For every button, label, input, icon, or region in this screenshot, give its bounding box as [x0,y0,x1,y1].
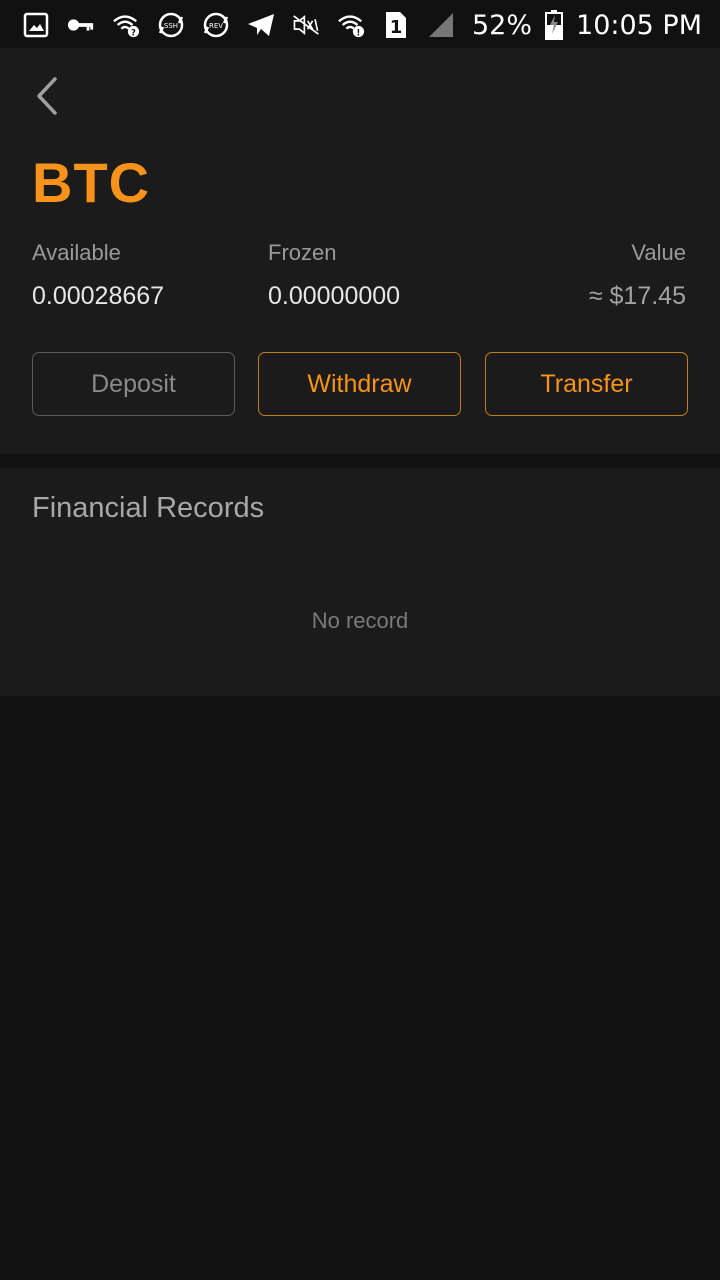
available-stat: Available 0.00028667 [32,240,164,312]
image-icon [22,11,50,39]
svg-text:SSH: SSH [164,22,178,30]
battery-percent: 52% [472,9,533,41]
svg-text:1: 1 [390,17,403,38]
svg-text:!: ! [357,27,361,37]
asset-summary-card: BTC Available 0.00028667 Frozen 0.000000… [0,48,720,454]
mute-icon [292,11,320,39]
status-icons: ? SSH REV ! 1 [22,9,455,41]
status-right: 52% 10:05 PM [472,8,702,42]
value-stat: Value ≈ $17.45 [589,240,686,312]
available-label: Available [32,240,121,265]
empty-state: No record [311,608,409,633]
chevron-left-icon [33,76,59,121]
records-title: Financial Records [32,492,265,524]
telegram-icon [247,11,275,39]
signal-icon [427,11,455,39]
value-label: Value [631,240,686,265]
clock: 10:05 PM [576,9,702,41]
page-title: BTC [32,151,151,214]
svg-text:REV: REV [209,22,223,30]
frozen-label: Frozen [268,240,337,265]
back-button[interactable] [24,72,68,124]
frozen-value: 0.00000000 [268,282,401,310]
available-value: 0.00028667 [32,282,165,310]
ssh-icon: SSH [157,11,185,39]
transfer-button[interactable]: Transfer [485,352,688,416]
key-icon [67,11,95,39]
sim-1-icon: 1 [382,11,410,39]
deposit-button[interactable]: Deposit [32,352,235,416]
value-amount: ≈ $17.45 [588,282,686,310]
wifi-alert-icon: ! [337,11,365,39]
financial-records-section: Financial Records No record [0,468,720,696]
status-bar: ? SSH REV ! 1 52% 10:05 PM [0,0,720,48]
wifi-question-icon: ? [112,11,140,39]
withdraw-button[interactable]: Withdraw [258,352,461,416]
frozen-stat: Frozen 0.00000000 [268,240,400,312]
rev-icon: REV [202,11,230,39]
svg-text:?: ? [131,27,136,37]
battery-charging-icon [540,10,568,40]
